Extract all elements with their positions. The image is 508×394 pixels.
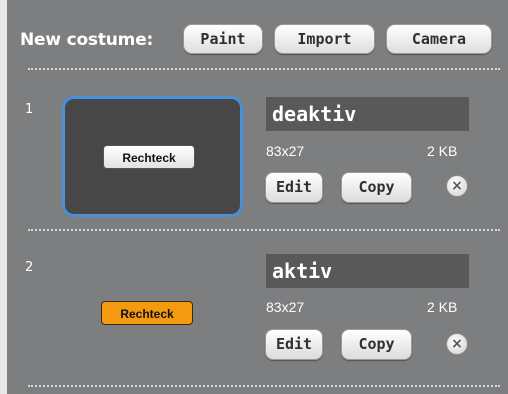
copy-button[interactable]: Copy	[341, 329, 412, 360]
costume-thumbnail[interactable]: Rechteck	[62, 253, 243, 374]
costume-number: 1	[25, 102, 34, 117]
costume-name-field[interactable]: aktiv	[266, 254, 469, 288]
separator	[28, 229, 500, 231]
new-costume-label: New costume:	[20, 30, 154, 50]
new-costume-toolbar: New costume: Paint Import Camera	[0, 0, 508, 60]
separator	[28, 385, 500, 387]
costume-dimensions: 83x27	[266, 299, 305, 315]
edit-button[interactable]: Edit	[265, 329, 323, 360]
close-circle-icon[interactable]: ×	[446, 175, 468, 197]
costume-size: 2 KB	[427, 299, 458, 315]
costume-size: 2 KB	[427, 143, 458, 159]
costume-thumbnail-selected[interactable]: Rechteck	[62, 96, 243, 217]
costume-dimensions: 83x27	[266, 143, 305, 159]
camera-button[interactable]: Camera	[386, 24, 492, 54]
costume-number: 2	[25, 260, 34, 275]
import-button[interactable]: Import	[274, 24, 375, 54]
copy-button[interactable]: Copy	[341, 172, 412, 203]
separator	[28, 68, 500, 70]
edit-button[interactable]: Edit	[265, 172, 323, 203]
costume-name-field[interactable]: deaktiv	[266, 97, 469, 131]
thumbnail-button-image: Rechteck	[103, 145, 195, 169]
paint-button[interactable]: Paint	[183, 24, 263, 54]
close-circle-icon[interactable]: ×	[446, 333, 468, 355]
thumbnail-button-image: Rechteck	[101, 301, 193, 325]
